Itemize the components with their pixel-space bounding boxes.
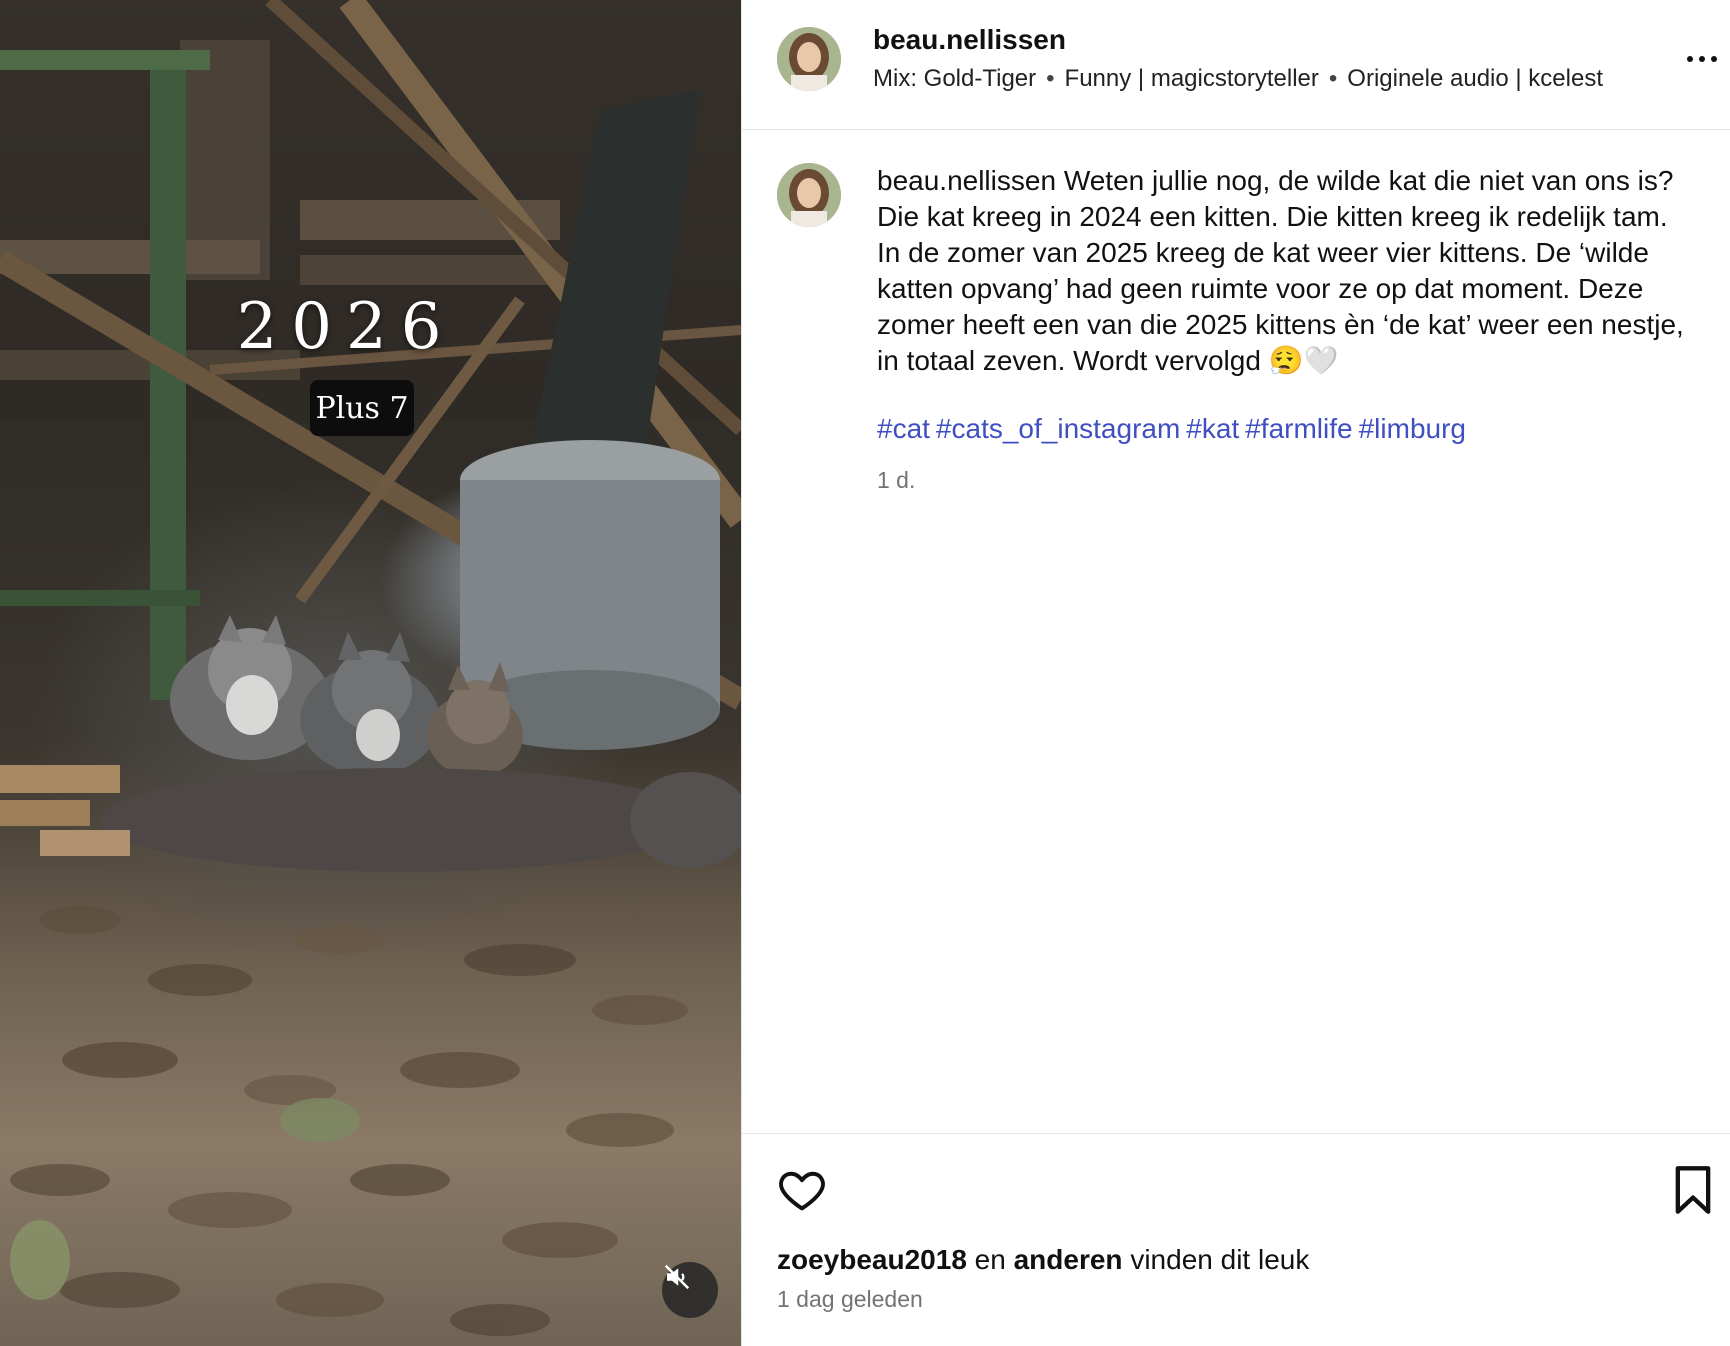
posted-ago: 1 dag geleden [777,1286,923,1312]
audio-track-1[interactable]: Funny | magicstoryteller [1065,65,1319,92]
hashtag-link[interactable]: #cat [877,413,930,444]
like-button[interactable] [776,1164,828,1216]
author-username[interactable]: beau.nellissen [873,24,1066,56]
mute-toggle-button[interactable] [662,1262,718,1318]
liked-by-others[interactable]: anderen [1014,1244,1123,1275]
avatar-image [777,163,841,227]
hashtag-link[interactable]: #farmlife [1245,413,1352,444]
post-video[interactable]: 2026 Plus 7 [0,0,741,1346]
audio-separator: • [1328,65,1338,92]
more-options-button[interactable] [1684,44,1720,74]
caption-timestamp[interactable]: 1 d. [877,467,915,494]
post-caption: beau.nellissen Weten jullie nog, de wild… [877,163,1697,379]
post-details-panel: beau.nellissen Mix: Gold-Tiger • Funny | m… [741,0,1730,1346]
hashtag-link[interactable]: #kat [1186,413,1239,444]
save-button[interactable] [1670,1164,1716,1216]
audio-info[interactable]: Mix: Gold-Tiger • Funny | magicstoryteller… [873,65,1603,93]
liked-by-connector: en [974,1244,1006,1275]
caption-text: Weten jullie nog, de wilde kat die niet … [877,165,1684,376]
hashtag-list: #cat #cats_of_instagram #kat #farmlife #limb… [877,413,1472,445]
caption-author-avatar[interactable] [777,163,841,227]
author-avatar[interactable] [777,27,841,91]
heart-icon [779,1171,825,1211]
video-overlay-year: 2026 [236,290,456,364]
avatar-image [777,27,841,91]
likes-summary[interactable]: zoeybeau2018 en anderen vinden dit leuk [777,1244,1309,1276]
post-actions-footer: zoeybeau2018 en anderen vinden dit leuk … [742,1133,1730,1346]
audio-track-2[interactable]: Originele audio | kcelest [1347,65,1603,92]
caption-username[interactable]: beau.nellissen [877,165,1056,196]
hashtag-link[interactable]: #limburg [1359,413,1466,444]
post-header: beau.nellissen Mix: Gold-Tiger • Funny | m… [742,0,1730,130]
speaker-muted-icon [664,1264,690,1290]
audio-mix-label[interactable]: Mix: Gold-Tiger [873,65,1036,92]
liked-by-suffix: vinden dit leuk [1130,1244,1310,1275]
video-overlay-subtitle: Plus 7 [310,380,414,436]
liked-by-username[interactable]: zoeybeau2018 [777,1244,967,1275]
video-frame-illustration [0,0,741,1336]
more-options-icon [1687,56,1717,62]
hashtag-link[interactable]: #cats_of_instagram [936,413,1180,444]
bookmark-icon [1675,1166,1711,1214]
audio-separator: • [1046,65,1055,92]
